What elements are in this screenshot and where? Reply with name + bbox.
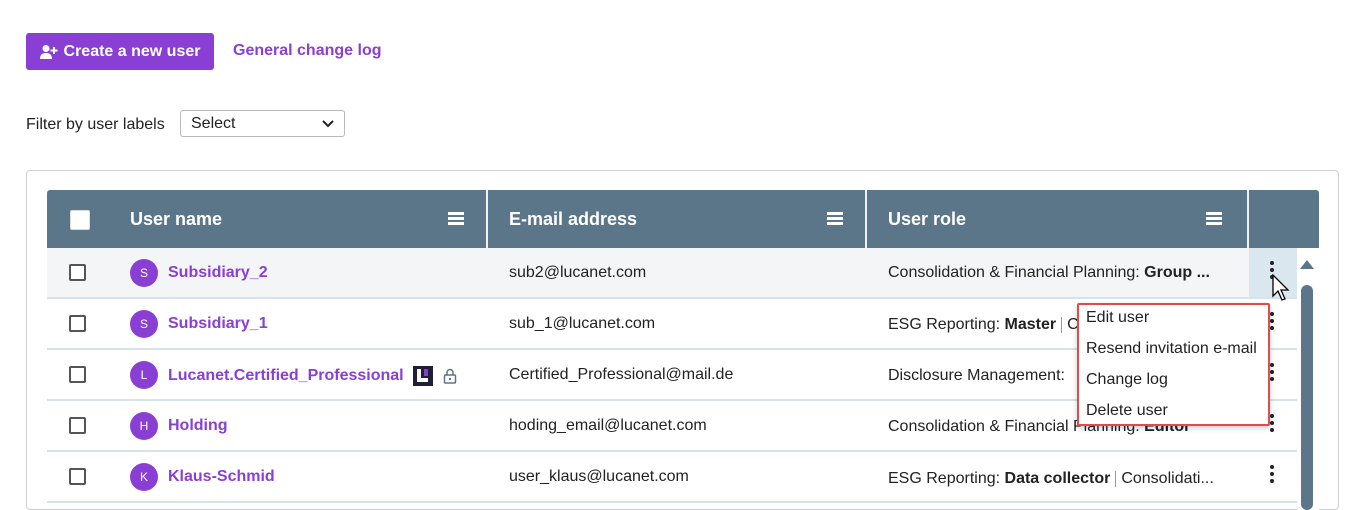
row-checkbox[interactable] xyxy=(69,468,86,485)
user-role: ESG Reporting: Data collector Consolidati… xyxy=(888,470,1224,488)
user-email: sub_1@lucanet.com xyxy=(509,315,656,332)
add-user-icon xyxy=(39,44,58,59)
column-menu-icon[interactable] xyxy=(448,212,464,225)
column-divider xyxy=(1247,190,1249,248)
column-title: User role xyxy=(888,208,967,229)
row-checkbox[interactable] xyxy=(69,264,86,281)
create-user-button[interactable]: Create a new user xyxy=(26,33,214,70)
user-name-link[interactable]: Subsidiary_2 xyxy=(168,264,268,282)
lock-icon xyxy=(443,368,456,384)
mouse-cursor-icon xyxy=(1272,274,1290,301)
column-header-user-role[interactable]: User role xyxy=(888,190,1244,248)
filter-select-value: Select xyxy=(191,114,236,132)
table-row[interactable]: S Subsidiary_2 sub2@lucanet.com Consolid… xyxy=(47,248,1319,299)
role-name: Group ... xyxy=(1144,264,1210,281)
role-product: Consolidation & Financial Planning: xyxy=(888,264,1140,281)
user-email: Certified_Professional@mail.de xyxy=(509,366,734,383)
row-checkbox[interactable] xyxy=(69,366,86,383)
user-name-link[interactable]: Lucanet.Certified_Professional xyxy=(168,366,457,386)
avatar: K xyxy=(130,463,158,491)
user-name-link[interactable]: Subsidiary_1 xyxy=(168,315,268,333)
avatar: H xyxy=(130,412,158,440)
menu-item-delete-user[interactable]: Delete user xyxy=(1086,402,1168,420)
row-actions-menu: Edit user Resend invitation e-mail Chang… xyxy=(1077,303,1270,426)
role-product: ESG Reporting: xyxy=(888,316,1001,333)
avatar: S xyxy=(130,310,158,338)
scrollbar-thumb[interactable] xyxy=(1301,285,1313,510)
role-name: Master xyxy=(1004,316,1057,333)
select-all-checkbox[interactable] xyxy=(70,210,90,230)
role-name: Data collector xyxy=(1004,470,1111,487)
column-menu-icon[interactable] xyxy=(1206,212,1222,225)
avatar: S xyxy=(130,259,158,287)
menu-item-edit-user[interactable]: Edit user xyxy=(1086,309,1149,327)
role-product: Disclosure Management: xyxy=(888,367,1065,384)
table-header: User name E-mail address User role xyxy=(47,190,1319,248)
row-checkbox[interactable] xyxy=(69,417,86,434)
column-title: User name xyxy=(130,208,223,229)
general-change-log-link[interactable]: General change log xyxy=(233,42,381,60)
create-user-label: Create a new user xyxy=(63,42,201,60)
role-product-2: Consolidati... xyxy=(1121,470,1214,487)
user-name-text: Lucanet.Certified_Professional xyxy=(168,367,404,385)
scroll-up-icon[interactable] xyxy=(1300,260,1314,269)
table-row[interactable]: K Klaus-Schmid user_klaus@lucanet.com ES… xyxy=(47,452,1319,503)
user-role: Consolidation & Financial Planning: Grou… xyxy=(888,264,1224,282)
column-divider[interactable] xyxy=(865,190,867,248)
user-label-filter-select[interactable]: Select xyxy=(180,110,345,137)
column-menu-icon[interactable] xyxy=(827,212,843,225)
user-name-link[interactable]: Holding xyxy=(168,417,228,435)
filter-label: Filter by user labels xyxy=(26,116,165,133)
row-checkbox[interactable] xyxy=(69,315,86,332)
more-actions-icon[interactable] xyxy=(1269,465,1275,483)
avatar: L xyxy=(130,361,158,389)
menu-item-change-log[interactable]: Change log xyxy=(1086,371,1168,389)
column-title: E-mail address xyxy=(509,208,638,229)
column-divider[interactable] xyxy=(486,190,488,248)
user-email: hoding_email@lucanet.com xyxy=(509,417,707,434)
user-name-link[interactable]: Klaus-Schmid xyxy=(168,468,275,486)
role-product: ESG Reporting: xyxy=(888,470,1001,487)
column-header-email[interactable]: E-mail address xyxy=(509,190,865,248)
chevron-down-icon xyxy=(322,119,334,127)
menu-item-resend-invitation[interactable]: Resend invitation e-mail xyxy=(1086,340,1257,358)
user-email: user_klaus@lucanet.com xyxy=(509,468,689,485)
lucanet-logo-icon xyxy=(413,366,434,386)
column-header-user-name[interactable]: User name xyxy=(130,190,486,248)
user-email: sub2@lucanet.com xyxy=(509,264,647,281)
